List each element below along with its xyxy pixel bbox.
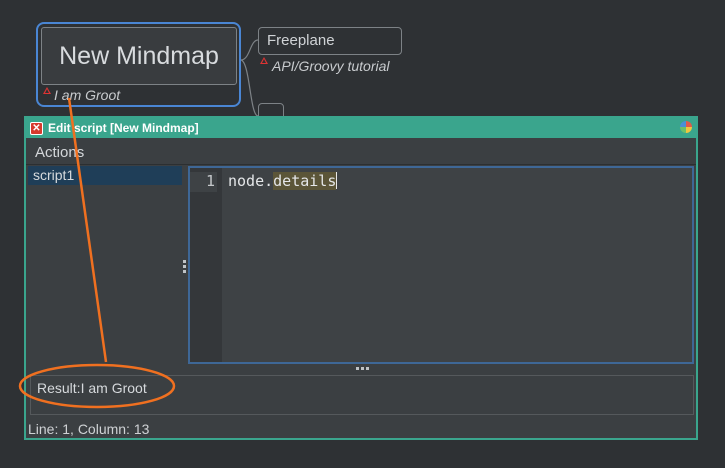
detail-toggle-icon[interactable] [43,87,51,94]
root-node-detail: I am Groot [54,87,121,103]
horizontal-splitter-handle[interactable] [356,367,369,370]
code-line[interactable]: node.details [228,172,338,190]
child-node-title: Freeplane [267,32,335,49]
result-text: Result:I am Groot [37,380,147,396]
text-caret [336,172,338,189]
status-line-column: Line: 1, Column: 13 [28,421,150,437]
code-highlighted-word: details [273,172,337,190]
line-number: 1 [190,172,217,192]
child-node-freeplane[interactable]: Freeplane [258,27,402,55]
vertical-splitter-handle[interactable] [183,260,187,275]
code-text: node. [228,172,274,190]
freeplane-logo-icon [680,121,692,133]
root-node[interactable]: New Mindmap I am Groot [36,22,241,107]
root-node-box[interactable]: New Mindmap [41,27,237,85]
dialog-title: Edit script [New Mindmap] [48,121,199,135]
root-node-title: New Mindmap [59,41,219,70]
menu-actions[interactable]: Actions [35,144,84,161]
code-editor[interactable]: 1 node.details [188,166,694,364]
close-icon[interactable]: ✕ [30,121,43,135]
dialog-titlebar[interactable]: ✕ Edit script [New Mindmap] [26,118,696,138]
edit-script-dialog: ✕ Edit script [New Mindmap] Actions scri… [24,116,698,440]
detail-toggle-icon[interactable] [260,57,268,64]
script-list[interactable]: script1 [28,166,182,364]
line-number-gutter: 1 [190,168,222,362]
result-panel: Result:I am Groot [30,375,694,415]
child-node-detail: API/Groovy tutorial [272,58,390,74]
menubar: Actions [26,140,696,165]
list-item[interactable]: script1 [28,166,182,185]
